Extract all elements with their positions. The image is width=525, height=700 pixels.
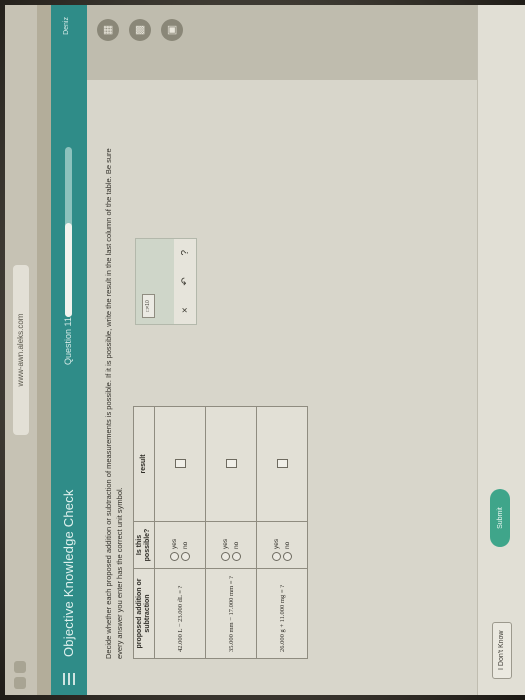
browser-window: www-awn.aleks.com Objective Knowledge Ch… — [5, 5, 525, 695]
scientific-notation-button[interactable]: □×10 — [142, 294, 155, 318]
measurement-table: proposed addition or subtraction Is this… — [133, 406, 308, 659]
calculator-icon[interactable]: ▦ — [97, 19, 119, 41]
progress-bar — [65, 147, 72, 317]
question-prompt: Decide whether each proposed addition or… — [104, 148, 124, 659]
table-row: 26.000 g + 11.000 mg = ? yes no — [256, 406, 308, 659]
no-radio[interactable] — [283, 552, 292, 561]
progress-fill — [65, 223, 72, 317]
answer-tool-panel: □×10 × ↶ ? — [135, 238, 197, 325]
yes-label: yes — [273, 538, 280, 549]
no-label: no — [182, 541, 189, 549]
expression-cell: 42.000 L − 23.000 dL = ? — [176, 585, 184, 652]
table-header-row: proposed addition or subtraction Is this… — [133, 406, 155, 659]
no-label: no — [233, 541, 240, 549]
yes-radio[interactable] — [221, 552, 230, 561]
no-radio[interactable] — [181, 552, 190, 561]
forward-icon[interactable] — [14, 661, 26, 673]
table-row: 42.000 L − 23.000 dL = ? yes no — [154, 406, 206, 659]
footer-bar: I Don't Know Submit — [477, 5, 525, 695]
question-label: Question 11 — [63, 317, 73, 365]
back-icon[interactable] — [14, 677, 26, 689]
submit-button[interactable]: Submit — [490, 489, 510, 547]
rotated-screen: www-awn.aleks.com Objective Knowledge Ch… — [5, 5, 525, 695]
no-label: no — [284, 541, 291, 549]
yes-radio[interactable] — [170, 552, 179, 561]
undo-icon[interactable]: ↶ — [180, 277, 191, 285]
dont-know-button[interactable]: I Don't Know — [492, 621, 512, 679]
yes-label: yes — [171, 538, 178, 549]
section-title: Objective Knowledge Check — [61, 489, 76, 657]
user-menu[interactable]: Deniz — [63, 17, 70, 35]
header-result: result — [133, 406, 155, 522]
expression-cell: 26.000 g + 11.000 mg = ? — [278, 584, 286, 652]
help-icon[interactable]: ? — [180, 250, 191, 256]
yes-radio[interactable] — [272, 552, 281, 561]
browser-nav-buttons[interactable] — [14, 661, 26, 689]
tools-sidebar — [87, 5, 477, 80]
result-input[interactable] — [225, 459, 237, 469]
tool-button-row: × ↶ ? — [174, 239, 196, 324]
result-input[interactable] — [174, 459, 186, 469]
tab-strip — [37, 5, 51, 695]
no-radio[interactable] — [232, 552, 241, 561]
address-bar[interactable]: www-awn.aleks.com — [13, 265, 29, 435]
app-header: Objective Knowledge Check Question 11 De… — [51, 5, 87, 695]
result-input[interactable] — [276, 459, 288, 469]
yes-label: yes — [222, 538, 229, 549]
menu-icon[interactable] — [63, 673, 78, 685]
expression-cell: 35.000 mm − 17.000 mm = ? — [227, 576, 235, 652]
browser-toolbar: www-awn.aleks.com — [5, 5, 38, 695]
chart-icon[interactable]: ▩ — [129, 19, 151, 41]
header-proposed: proposed addition or subtraction — [133, 568, 155, 659]
header-possible: Is this possible? — [133, 521, 155, 569]
periodic-table-icon[interactable]: ▣ — [161, 19, 183, 41]
table-row: 35.000 mm − 17.000 mm = ? yes no — [205, 406, 257, 659]
side-tool-icons: ▦ ▩ ▣ — [97, 19, 193, 41]
clear-icon[interactable]: × — [180, 307, 191, 313]
